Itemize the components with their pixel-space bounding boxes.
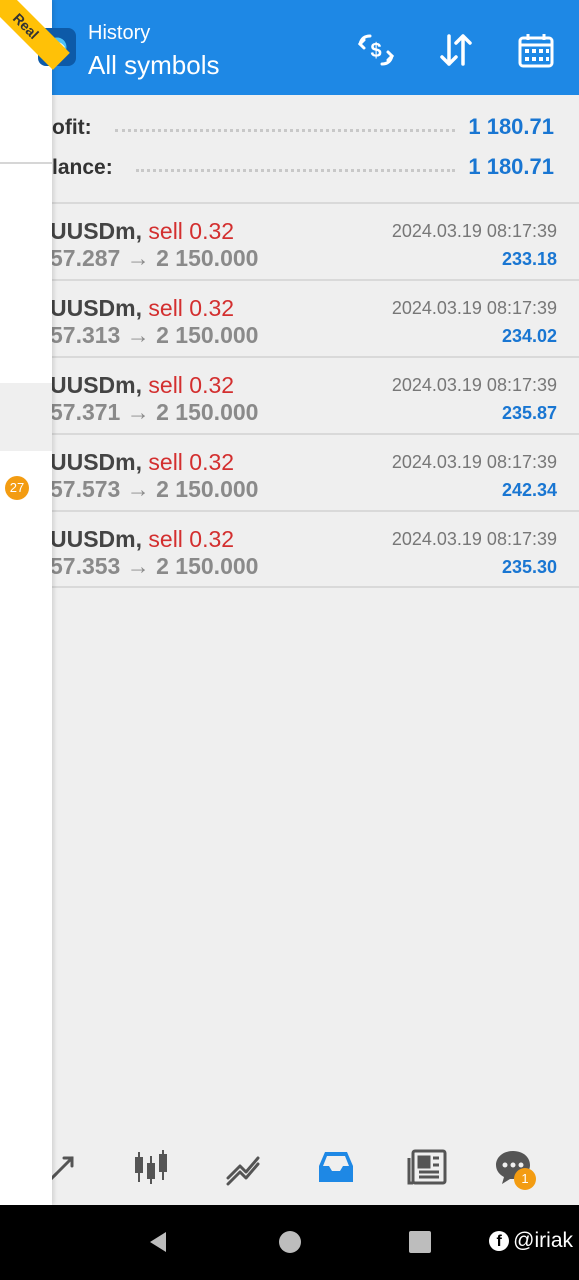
home-icon[interactable] [275, 1227, 305, 1257]
trade-side: sell 0.32 [148, 526, 235, 552]
system-navigation-bar: f @iriak [0, 1205, 579, 1280]
trade-symbol-line: UUSDm, sell 0.32 [50, 218, 234, 245]
news-icon[interactable] [403, 1142, 453, 1192]
trade-symbol-line: UUSDm, sell 0.32 [50, 526, 234, 553]
trade-profit: 242.34 [501, 480, 557, 500]
dotted-leader [115, 120, 455, 132]
trade-row[interactable]: UUSDm, sell 0.32 57.371 → 2 150.000 2024… [0, 356, 579, 433]
trade-time: 2024.03.19 08:17:39 [391, 529, 557, 549]
trade-symbol: UUSDm, [50, 372, 143, 398]
trade-prices: 57.353 → 2 150.000 [50, 553, 259, 579]
dollar-exchange-icon[interactable]: $ [354, 28, 398, 72]
trade-symbol: UUSDm, [50, 526, 143, 552]
trade-prices: 57.313 → 2 150.000 [50, 322, 259, 348]
trade-side: sell 0.32 [148, 372, 235, 398]
trade-symbol-line: UUSDm, sell 0.32 [50, 449, 234, 476]
facebook-icon: f [489, 1231, 510, 1251]
trade-prices: 57.371 → 2 150.000 [50, 399, 259, 425]
chat-icon[interactable]: 1 [488, 1142, 538, 1192]
drawer-notification-badge: 27 [5, 476, 29, 500]
page-title: History [88, 22, 151, 44]
trade-time: 2024.03.19 08:17:39 [391, 375, 557, 395]
drawer-item-selected[interactable] [0, 383, 52, 451]
trade-prices: 57.573 → 2 150.000 [50, 476, 259, 502]
trade-time: 2024.03.19 08:17:39 [391, 221, 557, 241]
watermark: f @iriak [489, 1229, 573, 1253]
trade-symbol-line: UUSDm, sell 0.32 [50, 372, 234, 399]
balance-value: 1 180.71 [468, 154, 554, 179]
watermark-text: @iriak [513, 1229, 573, 1252]
profit-row: ofit: 1 180.71 [0, 108, 579, 148]
trade-profit: 234.02 [501, 326, 557, 346]
trade-side: sell 0.32 [148, 295, 235, 321]
bottom-navigation: 1 [0, 1128, 579, 1205]
history-icon[interactable] [311, 1142, 361, 1192]
sort-icon[interactable] [434, 28, 478, 72]
trade-symbol-line: UUSDm, sell 0.32 [50, 295, 234, 322]
trade-symbol: UUSDm, [50, 218, 143, 244]
balance-row: lance: 1 180.71 [0, 148, 579, 188]
top-app-bar: History All symbols $ [0, 0, 579, 95]
trade-row[interactable]: UUSDm, sell 0.32 57.313 → 2 150.000 2024… [0, 279, 579, 356]
balance-label: lance: [52, 156, 113, 179]
dotted-leader [136, 160, 455, 172]
trade-profit: 235.87 [501, 403, 557, 423]
drawer-divider [0, 162, 52, 164]
navigation-drawer[interactable]: 27 [0, 0, 52, 1205]
trade-time: 2024.03.19 08:17:39 [391, 452, 557, 472]
trade-symbol: UUSDm, [50, 449, 143, 475]
trade-row[interactable]: UUSDm, sell 0.32 57.573 → 2 150.000 2024… [0, 433, 579, 510]
symbol-filter[interactable]: All symbols [88, 50, 219, 81]
trade-profit: 233.18 [501, 249, 557, 269]
chart-icon[interactable] [126, 1142, 176, 1192]
trade-row[interactable]: UUSDm, sell 0.32 57.353 → 2 150.000 2024… [0, 510, 579, 588]
back-icon[interactable] [143, 1227, 173, 1257]
chat-badge: 1 [514, 1168, 536, 1190]
trade-prices: 57.287 → 2 150.000 [50, 245, 259, 271]
trade-side: sell 0.32 [148, 218, 235, 244]
recents-icon[interactable] [405, 1227, 435, 1257]
profit-label: ofit: [52, 116, 92, 139]
calendar-icon[interactable] [514, 28, 558, 72]
trade-symbol: UUSDm, [50, 295, 143, 321]
svg-text:$: $ [370, 40, 381, 62]
trade-icon[interactable] [218, 1142, 268, 1192]
trade-profit: 235.30 [501, 557, 557, 577]
profit-value: 1 180.71 [468, 114, 554, 139]
trade-side: sell 0.32 [148, 449, 235, 475]
trade-time: 2024.03.19 08:17:39 [391, 298, 557, 318]
trade-row[interactable]: UUSDm, sell 0.32 57.287 → 2 150.000 2024… [0, 202, 579, 279]
